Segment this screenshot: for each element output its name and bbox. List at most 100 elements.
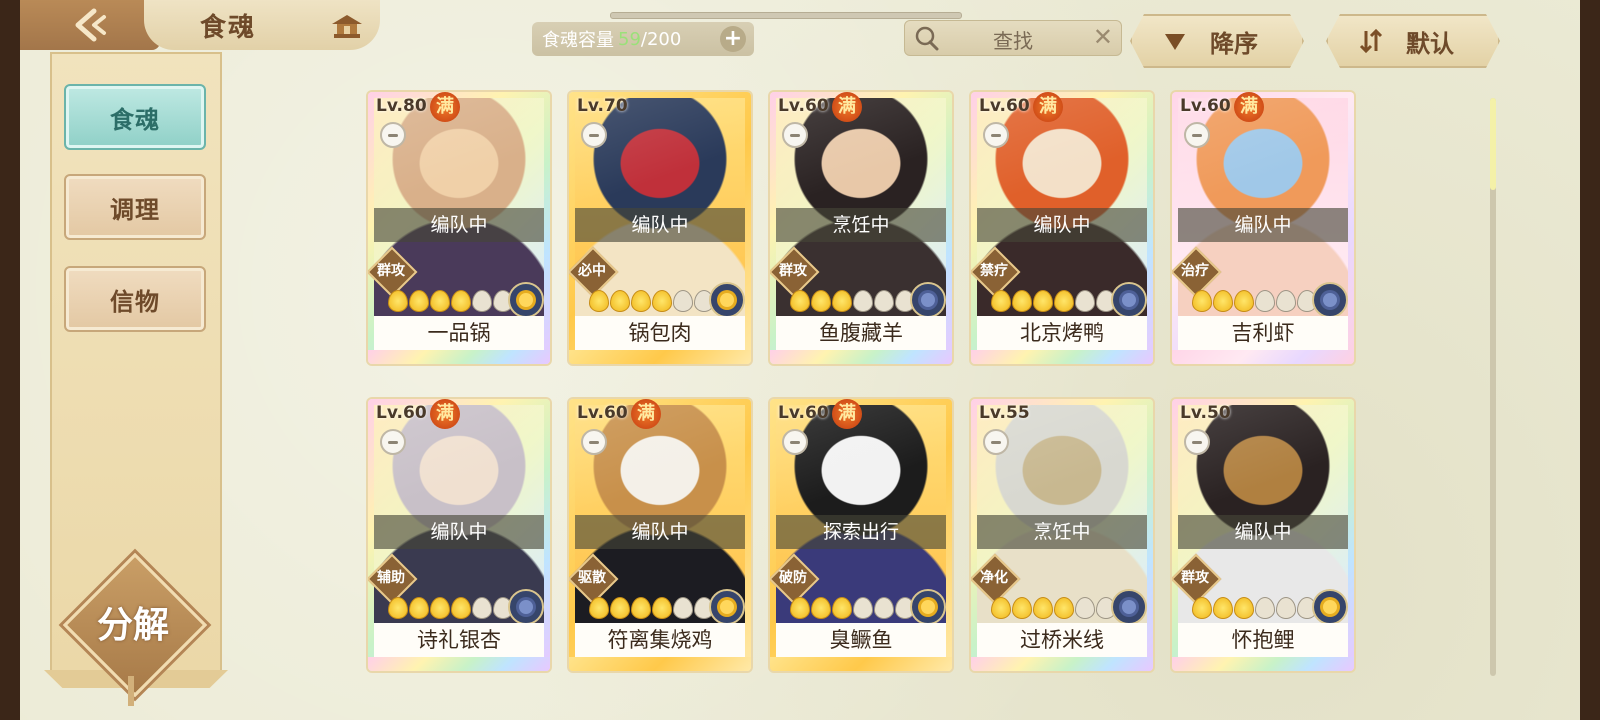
status-banner: 烹饪中 [776, 208, 946, 242]
star-icon [1192, 597, 1212, 619]
tassel-ornament [128, 676, 134, 706]
decompose-label: 分解 [96, 604, 169, 646]
sidebar-item-token[interactable]: 信物 [64, 266, 206, 332]
flower-icon [1122, 600, 1136, 614]
food-soul-card[interactable]: Lv.55 烹饪中 净化 过桥米线 [971, 399, 1153, 671]
sidebar-item-conditioning[interactable]: 调理 [64, 174, 206, 240]
star-rating [388, 290, 513, 314]
left-bezel [0, 0, 20, 720]
food-soul-card[interactable]: Lv.60 满 编队中 禁疗 北京烤鸭 [971, 92, 1153, 364]
mood-icon [983, 429, 1009, 455]
character-name: 锅包肉 [575, 316, 745, 350]
star-icon [673, 290, 693, 312]
element-icon [709, 282, 745, 318]
element-icon [910, 589, 946, 625]
sort-switch-icon [1358, 28, 1384, 54]
character-name: 符离集烧鸡 [575, 623, 745, 657]
max-level-badge: 满 [430, 399, 460, 429]
star-icon [472, 597, 492, 619]
character-name: 鱼腹藏羊 [776, 316, 946, 350]
food-soul-card[interactable]: Lv.60 满 烹饪中 群攻 鱼腹藏羊 [770, 92, 952, 364]
card-footer [971, 657, 1153, 671]
status-banner: 编队中 [575, 515, 745, 549]
star-icon [991, 290, 1011, 312]
character-name: 一品锅 [374, 316, 544, 350]
status-banner: 编队中 [977, 208, 1147, 242]
card-footer [1172, 657, 1354, 671]
search-placeholder: 查找 [993, 29, 1033, 53]
sidebar-item-food-soul[interactable]: 食魂 [64, 84, 206, 150]
star-icon [1192, 290, 1212, 312]
food-soul-card[interactable]: Lv.60 满 编队中 治疗 吉利虾 [1172, 92, 1354, 364]
food-soul-screen: 食魂 食魂容量 59 /200 + 查找 ✕ 降序 默认 食魂 调理 信物 分解… [20, 0, 1580, 720]
role-label: 辅助 [377, 570, 405, 586]
search-field[interactable]: 查找 ✕ [904, 20, 1122, 56]
star-icon [1255, 597, 1275, 619]
character-name: 过桥米线 [977, 623, 1147, 657]
element-icon [910, 282, 946, 318]
capacity-current: 59 [618, 28, 641, 50]
role-label: 禁疗 [980, 263, 1008, 279]
role-label: 群攻 [1181, 570, 1209, 586]
scrollbar-thumb[interactable] [1490, 98, 1496, 190]
sidebar-item-label: 调理 [110, 194, 160, 224]
star-rating [991, 290, 1116, 314]
star-icon [1033, 290, 1053, 312]
food-soul-card[interactable]: Lv.60 满 探索出行 破防 臭鳜鱼 [770, 399, 952, 671]
star-rating [790, 597, 915, 621]
status-banner: 探索出行 [776, 515, 946, 549]
flower-icon [720, 293, 734, 307]
star-icon [1276, 290, 1296, 312]
star-rating [1192, 290, 1317, 314]
star-icon [790, 290, 810, 312]
clear-search-icon[interactable]: ✕ [1093, 23, 1113, 51]
star-rating [790, 290, 915, 314]
food-soul-card[interactable]: Lv.50 编队中 群攻 怀抱鲤 [1172, 399, 1354, 671]
role-badge: 群攻 [1172, 553, 1222, 605]
star-icon [610, 597, 630, 619]
sort-order-button[interactable]: 降序 [1130, 14, 1304, 68]
role-badge: 驱散 [569, 553, 619, 605]
character-name: 怀抱鲤 [1178, 623, 1348, 657]
back-button[interactable] [20, 0, 160, 50]
character-name: 诗礼银杏 [374, 623, 544, 657]
character-name: 北京烤鸭 [977, 316, 1147, 350]
card-footer [971, 350, 1153, 364]
expand-capacity-button[interactable]: + [720, 26, 746, 52]
star-icon [1234, 597, 1254, 619]
sort-mode-button[interactable]: 默认 [1326, 14, 1500, 68]
element-icon [1111, 589, 1147, 625]
level-text: Lv.50 [1180, 403, 1231, 423]
mood-icon [380, 122, 406, 148]
role-label: 必中 [578, 263, 606, 279]
status-banner: 编队中 [575, 208, 745, 242]
element-icon [508, 589, 544, 625]
star-icon [991, 597, 1011, 619]
food-soul-card[interactable]: Lv.70 编队中 必中 锅包肉 [569, 92, 751, 364]
star-icon [409, 597, 429, 619]
star-icon [832, 597, 852, 619]
food-soul-card[interactable]: Lv.60 满 编队中 辅助 诗礼银杏 [368, 399, 550, 671]
food-soul-card[interactable]: Lv.80 满 编队中 群攻 一品锅 [368, 92, 550, 364]
max-level-badge: 满 [430, 92, 460, 122]
mood-icon [782, 122, 808, 148]
sidebar-item-label: 信物 [110, 286, 160, 316]
star-icon [451, 290, 471, 312]
star-rating [589, 290, 714, 314]
star-icon [388, 290, 408, 312]
role-badge: 必中 [569, 246, 619, 298]
card-footer [368, 657, 550, 671]
card-footer [770, 657, 952, 671]
sort-mode-label: 默认 [1406, 29, 1454, 58]
character-name: 臭鳜鱼 [776, 623, 946, 657]
star-icon [832, 290, 852, 312]
star-icon [589, 290, 609, 312]
food-soul-card[interactable]: Lv.60 满 编队中 驱散 符离集烧鸡 [569, 399, 751, 671]
mood-icon [782, 429, 808, 455]
role-label: 治疗 [1181, 263, 1209, 279]
role-badge: 治疗 [1172, 246, 1222, 298]
pavilion-home-icon[interactable] [330, 12, 364, 40]
star-icon [631, 597, 651, 619]
star-icon [1012, 290, 1032, 312]
star-icon [1054, 597, 1074, 619]
